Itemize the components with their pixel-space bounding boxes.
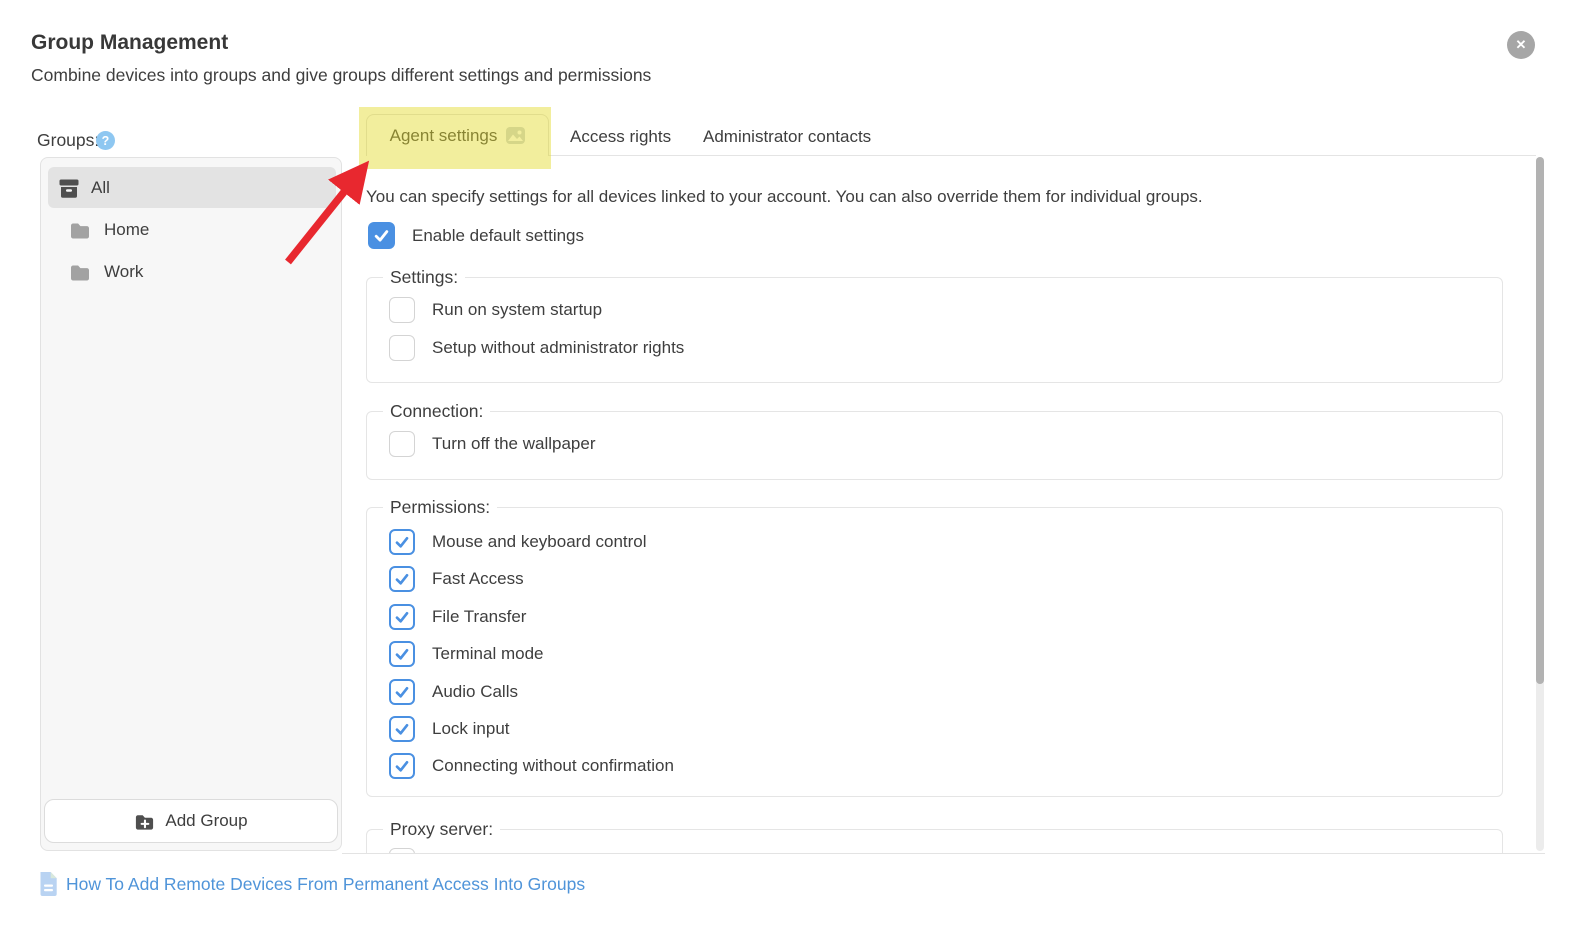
group-item-all[interactable]: All bbox=[48, 167, 336, 208]
checkbox-label: Turn off the wallpaper bbox=[432, 434, 595, 454]
lock-input-checkbox[interactable] bbox=[389, 716, 415, 742]
terminal-mode-checkbox[interactable] bbox=[389, 641, 415, 667]
setup-without-admin-row: Setup without administrator rights bbox=[389, 335, 1502, 361]
checkbox-label: Audio Calls bbox=[432, 682, 518, 702]
connect-without-confirmation-checkbox[interactable] bbox=[389, 753, 415, 779]
audio-calls-row: Audio Calls bbox=[389, 679, 1502, 705]
run-on-startup-checkbox[interactable] bbox=[389, 297, 415, 323]
folder-icon bbox=[69, 261, 91, 283]
section-legend: Proxy server: bbox=[383, 819, 500, 840]
audio-calls-checkbox[interactable] bbox=[389, 679, 415, 705]
tab-label: Access rights bbox=[570, 127, 671, 146]
tab-access-rights[interactable]: Access rights bbox=[570, 127, 671, 147]
group-item-label: All bbox=[91, 178, 110, 198]
close-button[interactable]: ✕ bbox=[1507, 31, 1535, 59]
group-management-dialog: Group Management Combine devices into gr… bbox=[0, 0, 1575, 935]
lock-input-row: Lock input bbox=[389, 716, 1502, 742]
checkbox-label: Connecting without confirmation bbox=[432, 756, 674, 776]
page-title: Group Management bbox=[31, 31, 228, 55]
group-item-work[interactable]: Work bbox=[48, 251, 336, 292]
group-item-label: Work bbox=[104, 262, 143, 282]
tab-label: Agent settings bbox=[390, 126, 498, 146]
intro-text: You can specify settings for all devices… bbox=[366, 187, 1203, 207]
connect-without-confirmation-row: Connecting without confirmation bbox=[389, 753, 1502, 779]
scrollbar-thumb[interactable] bbox=[1536, 157, 1544, 684]
checkbox-label: Terminal mode bbox=[432, 644, 544, 664]
section-legend: Connection: bbox=[383, 401, 490, 422]
add-group-button[interactable]: Add Group bbox=[44, 799, 338, 843]
close-icon: ✕ bbox=[1516, 37, 1527, 53]
tab-administrator-contacts[interactable]: Administrator contacts bbox=[703, 127, 871, 147]
section-legend: Settings: bbox=[383, 267, 465, 288]
fast-access-checkbox[interactable] bbox=[389, 566, 415, 592]
group-item-label: Home bbox=[104, 220, 149, 240]
checkbox-label: File Transfer bbox=[432, 607, 526, 627]
screenshot-icon bbox=[506, 127, 525, 144]
group-item-home[interactable]: Home bbox=[48, 209, 336, 250]
add-group-label: Add Group bbox=[165, 811, 247, 831]
checkbox-label: Lock input bbox=[432, 719, 510, 739]
enable-default-settings-checkbox[interactable] bbox=[368, 222, 395, 249]
file-transfer-row: File Transfer bbox=[389, 604, 1502, 630]
turn-off-wallpaper-row: Turn off the wallpaper bbox=[389, 431, 1502, 457]
enable-default-settings-row: Enable default settings bbox=[368, 222, 584, 249]
proxy-server-section: Proxy server: bbox=[366, 829, 1503, 853]
folder-icon bbox=[69, 219, 91, 241]
settings-section: Settings: Run on system startup Setup wi… bbox=[366, 277, 1503, 383]
groups-panel: All Home Work bbox=[40, 157, 342, 851]
checkbox-label: Mouse and keyboard control bbox=[432, 532, 647, 552]
setup-without-admin-checkbox[interactable] bbox=[389, 335, 415, 361]
help-article-link[interactable]: How To Add Remote Devices From Permanent… bbox=[38, 871, 585, 897]
checkbox-label: Enable default settings bbox=[412, 226, 584, 246]
fast-access-row: Fast Access bbox=[389, 566, 1502, 592]
mouse-keyboard-row: Mouse and keyboard control bbox=[389, 529, 1502, 555]
mouse-keyboard-checkbox[interactable] bbox=[389, 529, 415, 555]
tab-agent-settings[interactable]: Agent settings bbox=[366, 114, 549, 156]
terminal-mode-row: Terminal mode bbox=[389, 641, 1502, 667]
document-icon bbox=[38, 871, 59, 897]
checkbox-label: Fast Access bbox=[432, 569, 524, 589]
connection-section: Connection: Turn off the wallpaper bbox=[366, 411, 1503, 480]
checkbox-label: Setup without administrator rights bbox=[432, 338, 684, 358]
help-icon[interactable]: ? bbox=[96, 131, 115, 150]
checkbox-label: Run on system startup bbox=[432, 300, 602, 320]
agent-settings-panel: You can specify settings for all devices… bbox=[342, 156, 1545, 853]
archive-icon bbox=[58, 177, 80, 199]
groups-label: Groups: bbox=[37, 130, 99, 151]
help-article-link-text: How To Add Remote Devices From Permanent… bbox=[66, 874, 585, 895]
section-legend: Permissions: bbox=[383, 497, 497, 518]
run-on-startup-row: Run on system startup bbox=[389, 297, 1502, 323]
tab-bar: Agent settings Access rights Administrat… bbox=[342, 108, 1545, 156]
tab-label: Administrator contacts bbox=[703, 127, 871, 146]
page-subtitle: Combine devices into groups and give gro… bbox=[31, 65, 651, 86]
turn-off-wallpaper-checkbox[interactable] bbox=[389, 431, 415, 457]
folder-plus-icon bbox=[134, 811, 155, 832]
file-transfer-checkbox[interactable] bbox=[389, 604, 415, 630]
permissions-section: Permissions: Mouse and keyboard control … bbox=[366, 507, 1503, 797]
content-divider bbox=[342, 853, 1545, 854]
